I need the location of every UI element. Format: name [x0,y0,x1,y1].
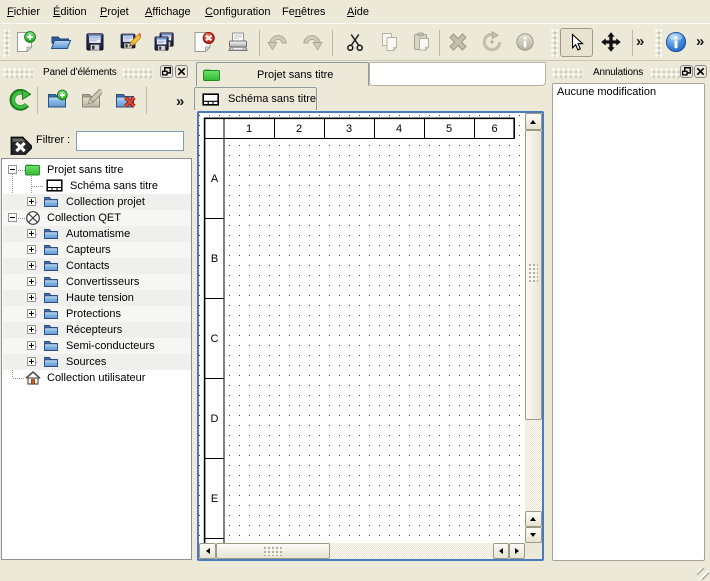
svg-text:4: 4 [396,123,402,135]
svg-text:B: B [211,253,218,265]
svg-text:6: 6 [491,123,497,135]
svg-text:3: 3 [346,123,352,135]
svg-text:1: 1 [246,123,252,135]
svg-text:A: A [211,173,219,185]
svg-text:D: D [211,413,219,425]
svg-text:2: 2 [296,123,302,135]
svg-text:5: 5 [446,123,452,135]
svg-text:E: E [211,493,218,505]
svg-text:C: C [211,333,219,345]
